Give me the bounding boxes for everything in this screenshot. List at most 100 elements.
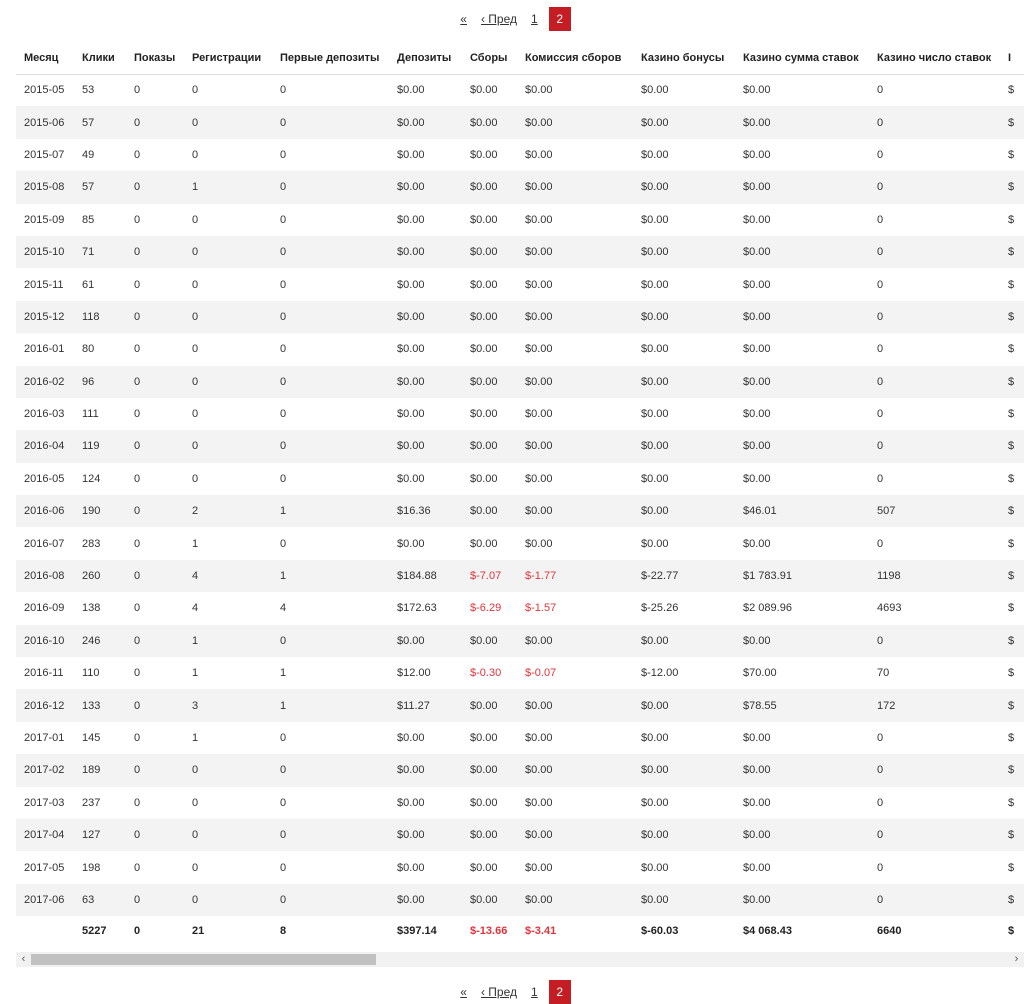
table-cell: 2017-03 xyxy=(24,796,65,809)
table-cell: 2016-02 xyxy=(24,375,65,388)
table-cell: $0.00 xyxy=(397,537,425,550)
table-cell: $0.00 xyxy=(743,310,771,323)
total-cell: 8 xyxy=(280,925,287,938)
table-cell: $0.00 xyxy=(470,116,498,129)
column-header: Сборы xyxy=(462,43,517,75)
first-page-link[interactable]: « xyxy=(460,985,467,999)
table-cell: $0.00 xyxy=(397,634,425,647)
table-cell: 0 xyxy=(877,861,884,874)
table-cell: 0 xyxy=(134,505,141,518)
table-cell: 145 xyxy=(82,732,101,744)
table-row: 2017-04 127 0 0 0 $0.00 $0.00 $0.00 $0.00 $0.00 0 $ xyxy=(16,818,1024,852)
table-cell: $0.00 xyxy=(641,732,669,744)
prev-page-link[interactable]: ‹ Пред xyxy=(481,12,517,26)
table-cell: 0 xyxy=(280,84,287,97)
table-cell: $184.88 xyxy=(397,570,437,583)
table-cell: $0.00 xyxy=(641,634,669,647)
table-cell: 2015-06 xyxy=(24,116,65,129)
prev-page-link[interactable]: ‹ Пред xyxy=(481,985,517,999)
table-cell: $70.00 xyxy=(743,667,777,680)
table-cell: $0.00 xyxy=(641,472,669,485)
table-cell: $0.00 xyxy=(470,148,498,161)
table-cell: $172.63 xyxy=(397,602,437,615)
table-cell: 0 xyxy=(877,408,884,421)
table-row: 2016-05 124 0 0 0 $0.00 $0.00 $0.00 $0.00 $0.00 0 $ xyxy=(16,463,1024,495)
table-cell: $0.00 xyxy=(641,310,669,323)
table-cell: 0 xyxy=(877,116,884,129)
table-cell: $0.00 xyxy=(470,278,498,291)
table-cell: $ xyxy=(1008,634,1015,647)
table-cell: 1 xyxy=(192,667,199,680)
table-cell: $ xyxy=(1008,148,1015,161)
table-cell: 0 xyxy=(134,634,141,647)
table-cell: 0 xyxy=(877,634,884,647)
table-cell: 0 xyxy=(192,440,199,453)
table-cell: $0.00 xyxy=(743,537,771,550)
current-page: 2 xyxy=(548,7,571,31)
table-cell: $ xyxy=(1008,732,1015,744)
table-cell: $0.00 xyxy=(641,246,669,259)
table-cell: $ xyxy=(1008,408,1015,421)
table-cell: $-7.07 xyxy=(470,570,502,583)
table-cell: $ xyxy=(1008,505,1015,518)
table-cell: $0.00 xyxy=(641,116,669,129)
horizontal-scrollbar[interactable]: ‹ › xyxy=(16,952,1024,967)
table-cell: $-0.07 xyxy=(525,667,557,680)
table-cell: $0.00 xyxy=(641,343,669,356)
table-row: 2016-06 190 0 2 1 $16.36 $0.00 $0.00 $0.00 $46.01… xyxy=(16,495,1024,528)
table-cell: $0.00 xyxy=(743,375,771,388)
table-cell: 0 xyxy=(280,116,287,129)
table-cell: 0 xyxy=(877,893,884,906)
table-cell: $0.00 xyxy=(525,84,553,97)
table-cell: $0.00 xyxy=(525,343,553,356)
table-cell: $0.00 xyxy=(470,764,498,777)
table-cell: $0.00 xyxy=(470,181,498,194)
table-cell: $0.00 xyxy=(397,796,425,809)
first-page-link[interactable]: « xyxy=(460,12,467,26)
column-header: Комиссия сборов xyxy=(517,43,633,75)
table-cell: $0.00 xyxy=(641,440,669,453)
total-cell: $-3.41 xyxy=(525,925,557,938)
table-cell: $ xyxy=(1008,213,1015,226)
table-cell: $0.00 xyxy=(743,634,771,647)
table-cell: 0 xyxy=(877,213,884,226)
table-cell: $0.00 xyxy=(743,796,771,809)
table-cell: $0.00 xyxy=(743,732,771,744)
table-cell: 2016-01 xyxy=(24,343,65,356)
scroll-right-icon[interactable]: › xyxy=(1009,952,1024,967)
table-cell: 0 xyxy=(280,732,287,744)
table-cell: $0.00 xyxy=(470,84,498,97)
table-cell: 3 xyxy=(192,699,199,712)
table-cell: 119 xyxy=(82,440,100,453)
table-cell: $0.00 xyxy=(641,893,669,906)
column-header: Регистрации xyxy=(184,43,272,75)
table-cell: $ xyxy=(1008,570,1015,583)
table-cell: $16.36 xyxy=(397,505,431,518)
page-1-link[interactable]: 1 xyxy=(531,985,538,999)
table-cell: $0.00 xyxy=(525,278,553,291)
table-cell: 96 xyxy=(82,375,95,388)
table-cell: 2017-01 xyxy=(24,732,65,744)
table-cell: $0.00 xyxy=(525,472,553,485)
table-cell: 0 xyxy=(280,634,287,647)
stats-table-container: Месяц Клики Показы Регистрации Первые депози… xyxy=(16,43,1024,948)
table-cell: $0.00 xyxy=(397,764,425,777)
table-cell: $0.00 xyxy=(397,732,425,744)
table-cell: 133 xyxy=(82,699,101,712)
table-cell: 49 xyxy=(82,148,95,161)
table-cell: 63 xyxy=(82,893,95,906)
table-cell: $0.00 xyxy=(743,116,771,129)
scroll-left-icon[interactable]: ‹ xyxy=(16,952,31,967)
table-cell: 507 xyxy=(877,505,896,518)
table-cell: 246 xyxy=(82,634,101,647)
page-1-link[interactable]: 1 xyxy=(531,12,538,26)
table-cell: 0 xyxy=(280,764,287,777)
table-row: 2015-09 85 0 0 0 $0.00 $0.00 $0.00 $0.00 $0.00 0 $ xyxy=(16,204,1024,236)
table-cell: 2016-09 xyxy=(24,602,65,615)
table-cell: $0.00 xyxy=(397,408,425,421)
table-cell: $0.00 xyxy=(641,829,669,842)
scrollbar-thumb[interactable] xyxy=(31,954,376,965)
table-cell: 2016-10 xyxy=(24,634,65,647)
table-cell: $0.00 xyxy=(743,440,771,453)
table-cell: $11.27 xyxy=(397,699,430,712)
